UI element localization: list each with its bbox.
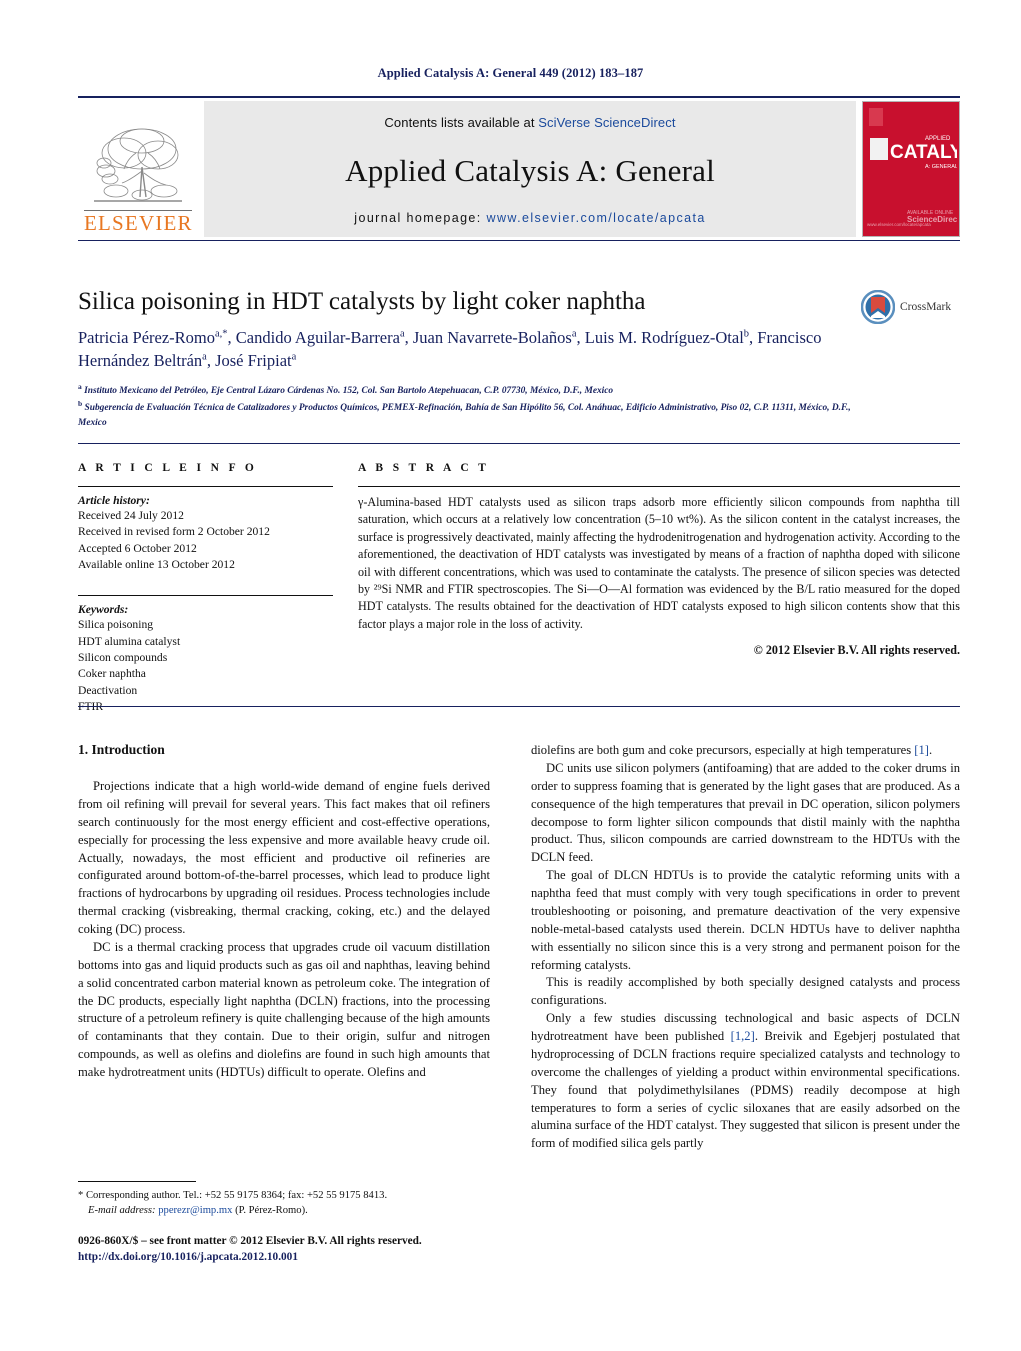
svg-text:www.elsevier.com/locate/apcata: www.elsevier.com/locate/apcata [867, 222, 931, 227]
affiliation-b: b Subgerencia de Evaluación Técnica de C… [78, 399, 851, 428]
paragraph-tail: . [928, 743, 933, 757]
paragraph-tail: . Breivik and Egebjerj postulated that h… [531, 1029, 960, 1151]
paragraph: Projections indicate that a high world-w… [78, 779, 490, 936]
page-title: Silica poisoning in HDT catalysts by lig… [78, 288, 646, 315]
citation-ref[interactable]: [1,2] [731, 1029, 755, 1043]
svg-text:APPLIED: APPLIED [925, 136, 951, 142]
elsevier-logo: ELSEVIER [78, 101, 198, 237]
keyword-item: HDT alumina catalyst [78, 634, 181, 648]
elsevier-wordmark: ELSEVIER [84, 210, 193, 235]
section-heading-introduction: 1. Introduction [78, 742, 165, 757]
journal-cover-art: CATALYSIS APPLIED A: GENERAL AVAILABLE O… [863, 102, 959, 236]
article-info-rule [78, 486, 333, 487]
paragraph: The goal of DLCN HDTUs is to provide the… [531, 868, 960, 972]
homepage-url-link[interactable]: www.elsevier.com/locate/apcata [487, 211, 706, 225]
keyword-item: Silica poisoning [78, 618, 154, 632]
contents-available-line: Contents lists available at SciVerse Sci… [384, 115, 675, 130]
keyword-item: Silicon compounds [78, 651, 168, 665]
affiliation-list: a Instituto Mexicano del Petróleo, Eje C… [78, 381, 868, 430]
affiliation-a-text: Instituto Mexicano del Petróleo, Eje Cen… [84, 386, 614, 397]
article-info-heading: A R T I C L E I N F O [78, 462, 258, 474]
abstract-column: A B S T R A C T γ-Alumina-based HDT cata… [358, 462, 960, 658]
paragraph-text: diolefins are both gum and coke precurso… [531, 743, 915, 757]
article-info-column: A R T I C L E I N F O Article history: R… [78, 462, 333, 715]
journal-title: Applied Catalysis A: General [345, 152, 715, 188]
paragraph: This is readily accomplished by both spe… [531, 975, 960, 1008]
svg-text:CATALYSIS: CATALYSIS [890, 142, 957, 163]
sciencedirect-link[interactable]: SciVerse ScienceDirect [538, 115, 675, 130]
title-divider [78, 240, 960, 241]
paper-page: Applied Catalysis A: General 449 (2012) … [0, 0, 1021, 1351]
keywords-block: Keywords: Silica poisoning HDT alumina c… [78, 595, 333, 715]
affiliation-b-text: Subgerencia de Evaluación Técnica de Cat… [78, 403, 851, 428]
journal-homepage-line: journal homepage: www.elsevier.com/locat… [354, 211, 705, 225]
history-item: Received 24 July 2012 [78, 509, 184, 522]
journal-cover-thumbnail: CATALYSIS APPLIED A: GENERAL AVAILABLE O… [862, 101, 960, 237]
keywords-rule [78, 595, 333, 597]
author-list: Patricia Pérez-Romoa,*, Candido Aguilar-… [78, 328, 822, 370]
history-item: Accepted 6 October 2012 [78, 541, 197, 555]
paragraph: Only a few studies discussing technologi… [531, 1010, 960, 1153]
abstract-heading: A B S T R A C T [358, 462, 490, 474]
body-divider [78, 706, 960, 707]
issn-line: 0926-860X/$ – see front matter © 2012 El… [78, 1235, 422, 1247]
doi-link[interactable]: http://dx.doi.org/10.1016/j.apcata.2012.… [78, 1249, 548, 1265]
keyword-item: Deactivation [78, 683, 138, 697]
abstract-copyright: © 2012 Elsevier B.V. All rights reserved… [753, 643, 960, 658]
email-label: E-mail address: [88, 1205, 156, 1217]
issn-copyright-block: 0926-860X/$ – see front matter © 2012 El… [78, 1233, 548, 1266]
body-left-column: 1. Introduction Projections indicate tha… [78, 742, 490, 1082]
paragraph: DC units use silicon polymers (antifoami… [531, 760, 960, 865]
homepage-prefix: journal homepage: [354, 211, 482, 225]
keyword-item: FTIR [78, 700, 104, 714]
journal-banner: Contents lists available at SciVerse Sci… [204, 101, 856, 237]
history-item: Available online 13 October 2012 [78, 558, 235, 572]
article-history-list: Received 24 July 2012 Received in revise… [78, 508, 333, 573]
history-item: Received in revised form 2 October 2012 [78, 525, 270, 539]
journal-masthead: ELSEVIER Contents lists available at Sci… [78, 96, 960, 237]
keywords-title: Keywords: [78, 603, 129, 617]
info-divider [78, 443, 960, 444]
elsevier-tree-icon [94, 128, 182, 202]
contents-prefix: Contents lists available at [384, 115, 539, 130]
body-right-column: diolefins are both gum and coke precurso… [531, 742, 960, 1153]
crossmark-icon [861, 290, 895, 324]
paragraph: DC is a thermal cracking process that up… [78, 939, 490, 1079]
abstract-rule [358, 486, 960, 487]
article-history-title: Article history: [78, 494, 150, 507]
email-owner: (P. Pérez-Romo). [235, 1205, 308, 1217]
footnote-marker: * [78, 1190, 84, 1201]
affiliation-a: a Instituto Mexicano del Petróleo, Eje C… [78, 382, 614, 397]
keyword-item: Coker naphtha [78, 667, 146, 681]
footnote-divider [78, 1181, 196, 1182]
email-link[interactable]: pperezr@imp.mx [158, 1205, 232, 1216]
corresponding-author-text: Corresponding author. Tel.: +52 55 9175 … [85, 1190, 388, 1201]
abstract-text: γ-Alumina-based HDT catalysts used as si… [358, 495, 960, 631]
crossmark-label: CrossMark [900, 301, 952, 313]
crossmark-badge[interactable]: CrossMark [861, 288, 961, 326]
paragraph: diolefins are both gum and coke precurso… [531, 742, 960, 760]
svg-text:A: GENERAL: A: GENERAL [925, 164, 957, 170]
running-head: Applied Catalysis A: General 449 (2012) … [377, 66, 644, 80]
citation-ref[interactable]: [1] [914, 743, 929, 757]
corresponding-author-footnote: * Corresponding author. Tel.: +52 55 917… [78, 1188, 490, 1219]
